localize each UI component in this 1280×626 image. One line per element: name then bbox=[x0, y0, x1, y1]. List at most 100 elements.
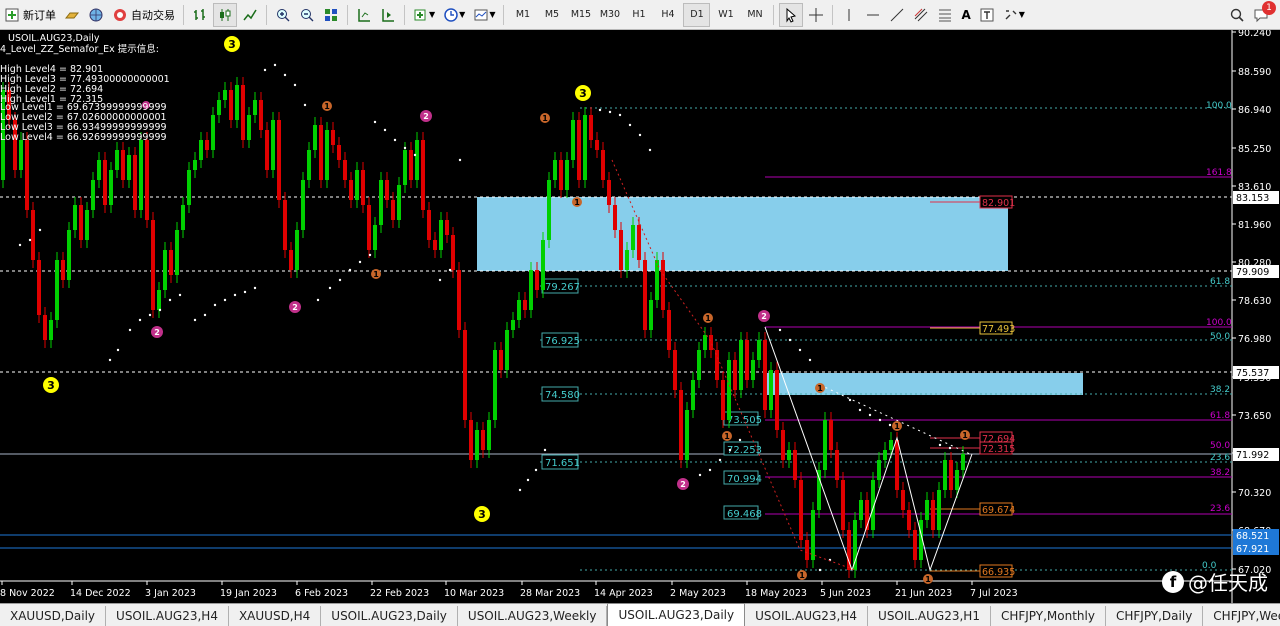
fibonacci-button[interactable] bbox=[934, 3, 956, 27]
chart-tab[interactable]: XAUUSD,H4 bbox=[229, 606, 322, 626]
candle-body bbox=[691, 380, 695, 410]
channel-button[interactable] bbox=[910, 3, 932, 27]
candle-body bbox=[625, 250, 629, 270]
candle-body bbox=[469, 420, 473, 460]
chart-tab[interactable]: USOIL.AUG23,Daily bbox=[321, 606, 458, 626]
zoom-in-button[interactable] bbox=[272, 3, 294, 27]
tile-windows-button[interactable] bbox=[320, 3, 342, 27]
candle-body bbox=[793, 450, 797, 480]
candle-body bbox=[943, 460, 947, 490]
metaeditor-button[interactable] bbox=[61, 3, 83, 27]
timeframe-button[interactable]: M1 bbox=[509, 3, 536, 27]
indicators-button[interactable]: ▼ bbox=[410, 3, 438, 27]
candle-body bbox=[889, 440, 893, 450]
price-tick-label: 86.940 bbox=[1238, 105, 1271, 116]
sar-dot bbox=[948, 446, 952, 450]
new-order-button[interactable]: 新订单 bbox=[1, 3, 59, 27]
toolbar: 新订单 自动交易 ▼ ▼ ▼ M1 M5 M15 M30 H1 H4 D1 W1… bbox=[0, 0, 1280, 30]
price-tick-label: 85.250 bbox=[1238, 144, 1271, 155]
chart-tab[interactable]: CHFJPY,Monthly bbox=[991, 606, 1106, 626]
gold-bar-icon bbox=[64, 12, 80, 18]
chart-tab[interactable]: CHFJPY,Daily bbox=[1106, 606, 1204, 626]
auto-scroll-button[interactable] bbox=[377, 3, 399, 27]
sar-dot bbox=[116, 348, 120, 352]
candle-body bbox=[61, 260, 65, 280]
chart-tab[interactable]: USOIL.AUG23,Weekly bbox=[458, 606, 608, 626]
candle-body bbox=[475, 430, 479, 460]
candle-body bbox=[949, 460, 953, 490]
search-button[interactable] bbox=[1226, 3, 1248, 27]
chart-tab[interactable]: USOIL.AUG23,H4 bbox=[106, 606, 229, 626]
price-tick-label: 76.980 bbox=[1238, 334, 1271, 345]
cursor-button[interactable] bbox=[779, 2, 804, 27]
crosshair-button[interactable] bbox=[805, 3, 827, 27]
price-tick-label: 73.650 bbox=[1238, 411, 1271, 422]
date-tick-label: 6 Feb 2023 bbox=[295, 588, 348, 599]
horizontal-line-button[interactable] bbox=[862, 3, 884, 27]
candle-body bbox=[391, 200, 395, 220]
chevron-down-icon: ▼ bbox=[459, 10, 466, 19]
level-box-label: 72.315 bbox=[982, 444, 1015, 455]
timeframe-button[interactable]: MN bbox=[741, 3, 768, 27]
chart-tab[interactable]: CHFJPY,Week bbox=[1203, 606, 1280, 626]
line-chart-button[interactable] bbox=[239, 3, 261, 27]
sar-dot bbox=[128, 328, 132, 332]
arrows-button[interactable]: ▼ bbox=[1000, 3, 1028, 27]
timeframe-label: H1 bbox=[632, 9, 646, 20]
candle-body bbox=[643, 260, 647, 330]
timeframe-label: M1 bbox=[515, 9, 531, 20]
price-badge-label: 68.521 bbox=[1236, 531, 1269, 542]
periodicity-button[interactable]: ▼ bbox=[440, 3, 468, 27]
chart-tab[interactable]: USOIL.AUG23,Daily bbox=[607, 603, 746, 626]
timeframe-button[interactable]: W1 bbox=[712, 3, 739, 27]
candle-body bbox=[571, 120, 575, 160]
chart-tab[interactable]: USOIL.AUG23,H1 bbox=[868, 606, 991, 626]
cursor-icon bbox=[786, 7, 797, 23]
sar-dot bbox=[178, 293, 182, 297]
candle-body bbox=[451, 235, 455, 270]
sar-dot bbox=[938, 443, 942, 447]
timeframe-button[interactable]: H4 bbox=[654, 3, 681, 27]
text-label-button[interactable] bbox=[976, 3, 998, 27]
chart-tab[interactable]: XAUUSD,Daily bbox=[0, 606, 107, 626]
semafor-label: 2 bbox=[423, 112, 429, 121]
sar-dot bbox=[263, 68, 267, 72]
sar-dot bbox=[253, 286, 257, 290]
notifications-button[interactable]: 1 bbox=[1250, 0, 1276, 27]
trendline-button[interactable] bbox=[886, 3, 908, 27]
sar-dot bbox=[223, 298, 227, 302]
candle-body bbox=[163, 250, 167, 290]
chart-tab[interactable]: USOIL.AUG23,H4 bbox=[745, 606, 869, 626]
market-button[interactable] bbox=[85, 3, 107, 27]
zoom-out-button[interactable] bbox=[296, 3, 318, 27]
templates-button[interactable]: ▼ bbox=[470, 3, 498, 27]
date-tick-label: 5 Jun 2023 bbox=[820, 588, 871, 599]
candle-body bbox=[127, 155, 131, 180]
timeframe-button[interactable]: M5 bbox=[538, 3, 565, 27]
candle-body bbox=[169, 250, 173, 275]
candlestick-button[interactable] bbox=[213, 2, 237, 27]
semafor-label: 1 bbox=[705, 314, 711, 323]
sar-dot bbox=[598, 108, 602, 112]
price-badge-label: 71.992 bbox=[1236, 450, 1269, 461]
vertical-line-button[interactable] bbox=[838, 3, 860, 27]
timeframe-button[interactable]: H1 bbox=[625, 3, 652, 27]
chart-shift-button[interactable] bbox=[353, 3, 375, 27]
auto-trading-button[interactable]: 自动交易 bbox=[109, 3, 178, 27]
semafor-label: 1 bbox=[925, 575, 931, 584]
candle-body bbox=[85, 210, 89, 240]
timeframe-button[interactable]: D1 bbox=[683, 2, 711, 27]
timeframe-button[interactable]: M30 bbox=[596, 3, 623, 27]
candle-body bbox=[241, 85, 245, 140]
sar-dot bbox=[818, 568, 822, 572]
candle-body bbox=[715, 350, 719, 380]
candle-body bbox=[115, 150, 119, 170]
sar-dot bbox=[888, 423, 892, 427]
bar-chart-button[interactable] bbox=[189, 3, 211, 27]
timeframe-button[interactable]: M15 bbox=[567, 3, 594, 27]
new-order-icon bbox=[5, 8, 19, 21]
price-chart[interactable]: 79.267 76.925 74.580 71.651 100.0 161.8 … bbox=[0, 30, 1280, 603]
sar-dot bbox=[273, 63, 277, 67]
sar-dot bbox=[383, 128, 387, 132]
text-button[interactable]: A bbox=[958, 3, 973, 27]
